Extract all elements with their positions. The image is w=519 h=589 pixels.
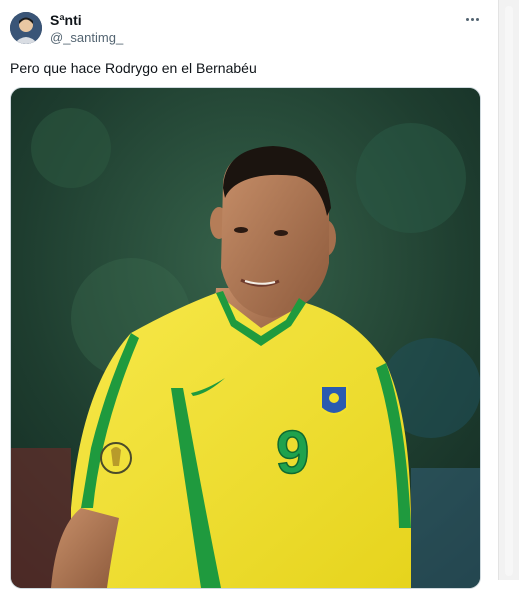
more-horizontal-icon[interactable] <box>461 8 483 30</box>
jersey-number: 9 <box>276 419 309 486</box>
display-name[interactable]: Sªnti <box>50 12 82 28</box>
tweet-media[interactable]: 9 <box>10 87 481 589</box>
user-handle[interactable]: @_santimg_ <box>50 30 123 45</box>
media-photo: 9 <box>11 88 480 588</box>
avatar[interactable] <box>10 12 42 44</box>
scrollbar-track[interactable] <box>498 0 519 580</box>
tweet-text: Pero que hace Rodrygo en el Bernabéu <box>10 60 257 76</box>
scrollbar-thumb[interactable] <box>505 6 513 576</box>
tweet-card[interactable]: Sªnti @_santimg_ Pero que hace Rodrygo e… <box>0 0 495 589</box>
